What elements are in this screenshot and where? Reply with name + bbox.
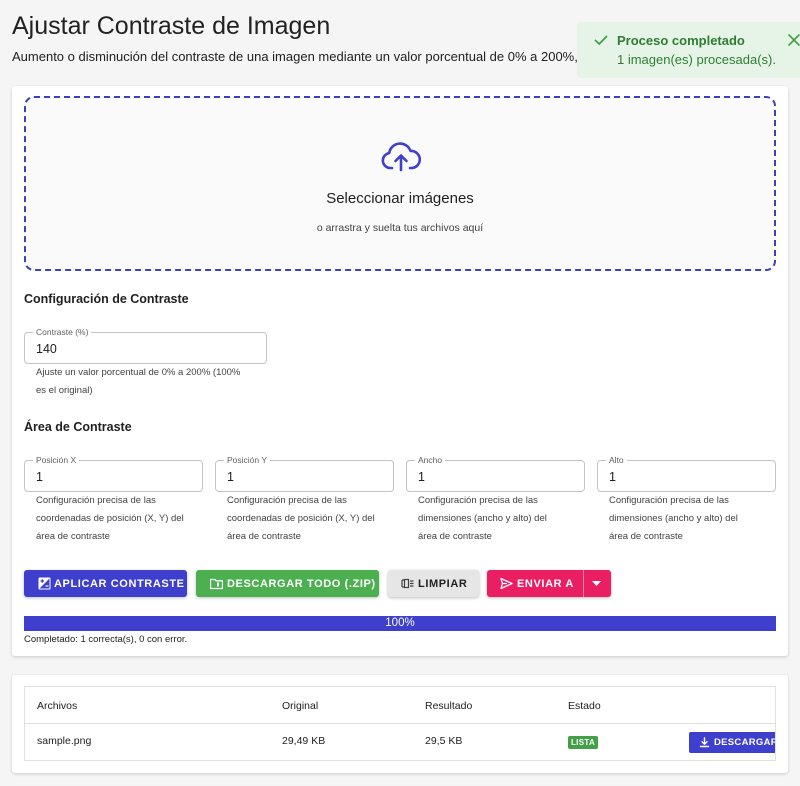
download-all-label: DESCARGAR TODO (.ZIP) (227, 578, 376, 590)
progress-status: Completado: 1 correcta(s), 0 con error. (24, 634, 188, 645)
contrast-config-title: Configuración de Contraste (24, 292, 189, 306)
success-toast: Proceso completado 1 imagen(es) procesad… (577, 22, 800, 78)
result-size-cell: 29,5 KB (425, 735, 463, 747)
contrast-input[interactable] (25, 333, 266, 363)
width-field[interactable]: Ancho (406, 454, 585, 492)
header-files: Archivos (37, 700, 78, 712)
page-title: Ajustar Contraste de Imagen (12, 12, 331, 40)
caret-down-icon[interactable] (592, 581, 601, 586)
send-to-button[interactable]: ENVIAR A (487, 570, 611, 597)
send-to-label: ENVIAR A (517, 578, 574, 590)
position-x-input[interactable] (25, 461, 202, 491)
toast-message: 1 imagen(es) procesada(s). (617, 52, 776, 67)
clear-list-icon (401, 578, 414, 589)
clear-button[interactable]: LIMPIAR (388, 570, 479, 597)
header-original: Original (282, 700, 319, 712)
height-helper: Configuración precisa de las dimensiones… (609, 495, 738, 542)
download-label: DESCARGAR (714, 737, 776, 748)
contrast-field[interactable]: Contraste (%) (24, 326, 267, 364)
file-dropzone[interactable]: Seleccionar imágenes o arrastra y suelta… (24, 96, 776, 271)
send-icon (500, 577, 513, 590)
position-x-field[interactable]: Posición X (24, 454, 203, 492)
dropzone-subtitle: o arrastra y suelta tus archivos aquí (316, 222, 484, 234)
apply-contrast-button[interactable]: APLICAR CONTRASTE (24, 570, 187, 597)
download-all-button[interactable]: DESCARGAR TODO (.ZIP) (196, 570, 379, 597)
width-input[interactable] (407, 461, 584, 491)
toast-title: Proceso completado (617, 33, 745, 48)
position-y-field[interactable]: Posición Y (215, 454, 394, 492)
image-edit-icon (38, 577, 51, 590)
row-divider (25, 723, 775, 724)
apply-contrast-label: APLICAR CONTRASTE (54, 578, 185, 590)
contrast-helper: Ajuste un valor porcentual de 0% a 200% … (36, 367, 241, 396)
progress-bar: 100% (24, 616, 776, 631)
folder-zip-icon (210, 578, 223, 590)
contrast-area-title: Área de Contraste (24, 420, 132, 434)
height-input[interactable] (598, 461, 775, 491)
clear-label: LIMPIAR (418, 578, 468, 590)
status-badge: LISTA (568, 736, 599, 749)
position-y-input[interactable] (216, 461, 393, 491)
settings-card: Seleccionar imágenes o arrastra y suelta… (12, 86, 788, 656)
check-icon (594, 35, 608, 45)
position-y-helper: Configuración precisa de las coordenadas… (227, 495, 375, 542)
download-icon (699, 737, 710, 748)
split-divider (583, 570, 584, 597)
cloud-upload-icon (381, 142, 421, 172)
download-button[interactable]: DESCARGAR (689, 732, 776, 753)
results-card: Archivos Original Resultado Estado sampl… (12, 675, 788, 773)
close-icon[interactable] (787, 33, 800, 47)
results-table: Archivos Original Resultado Estado sampl… (24, 686, 776, 761)
header-status: Estado (568, 700, 601, 712)
original-size-cell: 29,49 KB (282, 735, 326, 747)
progress-label: 100% (385, 617, 415, 629)
position-x-helper: Configuración precisa de las coordenadas… (36, 495, 184, 542)
header-result: Resultado (425, 700, 473, 712)
file-name-cell: sample.png (37, 735, 92, 747)
dropzone-title: Seleccionar imágenes (326, 190, 474, 207)
height-field[interactable]: Alto (597, 454, 776, 492)
width-helper: Configuración precisa de las dimensiones… (418, 495, 547, 542)
page-subtitle: Aumento o disminución del contraste de u… (12, 49, 592, 64)
